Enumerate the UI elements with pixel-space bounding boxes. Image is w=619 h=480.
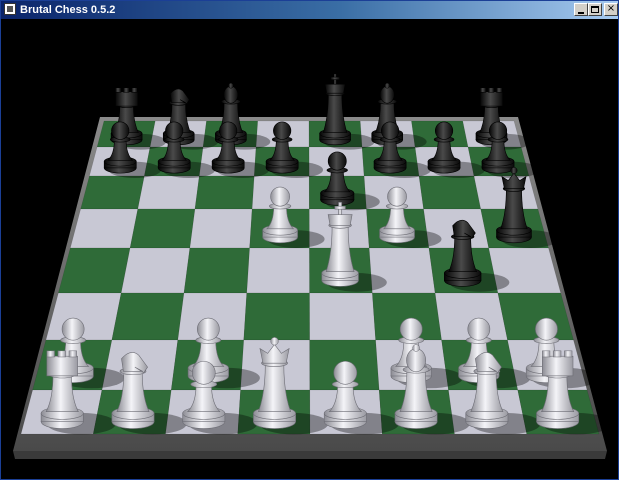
board-square-a6[interactable]	[80, 175, 145, 210]
board-square-b6[interactable]	[137, 175, 200, 210]
maximize-button[interactable]	[588, 3, 602, 16]
app-icon	[4, 3, 16, 15]
board-square-c4[interactable]	[183, 247, 250, 294]
board-square-g6[interactable]	[418, 175, 482, 210]
board-square-e3[interactable]	[309, 292, 376, 341]
title-bar[interactable]: Brutal Chess 0.5.2 ×	[1, 1, 618, 19]
board-square-d3[interactable]	[243, 292, 310, 341]
board-square-h3[interactable]	[497, 292, 574, 341]
board-square-d4[interactable]	[246, 247, 310, 294]
board-square-c5[interactable]	[189, 208, 253, 249]
chess-board-scene[interactable]	[1, 19, 618, 479]
board-frame-front	[13, 451, 607, 459]
board-square-a5[interactable]	[69, 208, 139, 249]
black-king-e8[interactable]	[319, 73, 351, 146]
board-square-b3[interactable]	[111, 292, 185, 341]
minimize-button[interactable]	[574, 3, 588, 16]
window-title: Brutal Chess 0.5.2	[20, 4, 116, 16]
close-button[interactable]: ×	[604, 3, 618, 16]
board-square-c6[interactable]	[194, 175, 255, 210]
board-square-b4[interactable]	[120, 247, 191, 294]
game-viewport[interactable]	[1, 19, 618, 479]
board-square-a4[interactable]	[58, 247, 131, 294]
board-square-b5[interactable]	[129, 208, 196, 249]
app-window: Brutal Chess 0.5.2 ×	[0, 0, 619, 480]
